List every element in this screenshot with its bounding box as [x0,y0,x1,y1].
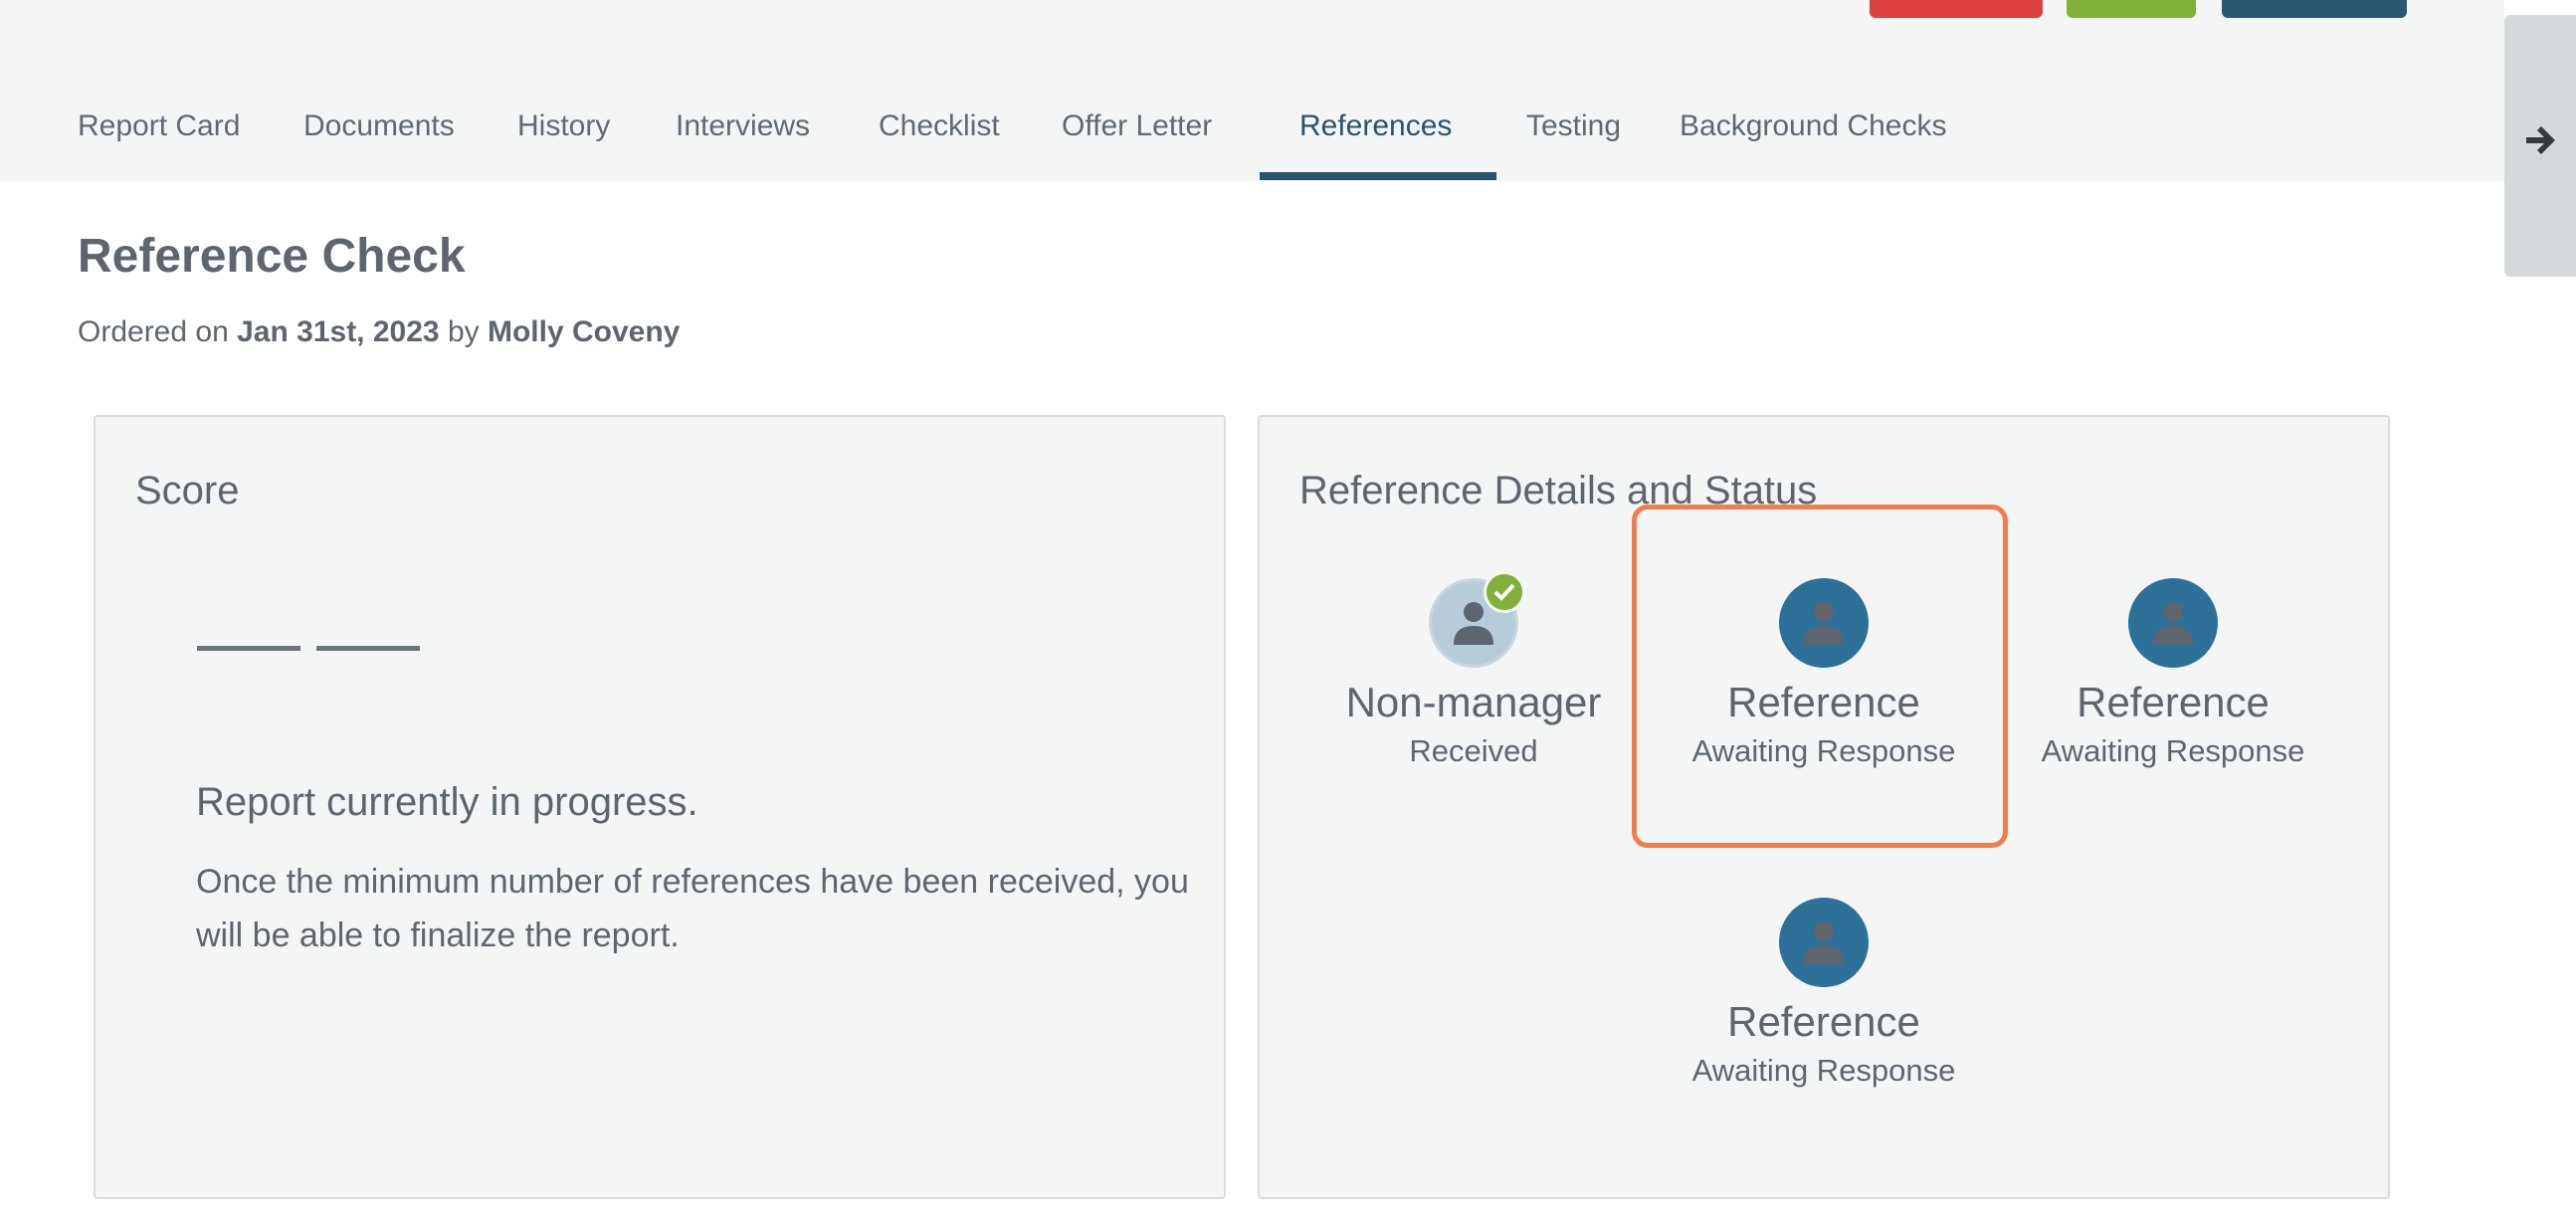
tab-background-checks[interactable]: Background Checks [1680,95,1946,181]
check-icon [1484,571,1525,613]
reference-avatar [1779,898,1869,987]
person-icon [1804,602,1844,645]
reference-avatar [2128,578,2218,668]
ordered-prefix: Ordered on [78,315,229,348]
score-placeholder-dash [197,646,300,651]
score-card: Score Report currently in progress. Once… [94,415,1226,1199]
reference-status: Received [1409,733,1538,768]
arrow-right-icon [2526,126,2555,154]
ordered-info: Ordered on Jan 31st, 2023 by Molly Coven… [78,315,680,349]
tab-interviews[interactable]: Interviews [676,95,810,181]
tab-report-card[interactable]: Report Card [78,95,240,181]
progress-message: Once the minimum number of references ha… [196,863,1189,954]
reference-item[interactable]: Reference Awaiting Response [2024,578,2322,769]
details-card-title: Reference Details and Status [1299,469,1818,512]
person-icon [1804,921,1844,964]
tab-offer-letter[interactable]: Offer Letter [1062,95,1212,181]
reference-type: Reference [1727,679,1920,725]
reference-item[interactable]: Reference Awaiting Response [1675,898,1973,1089]
ordered-by-word: by [447,315,480,348]
reference-item[interactable]: Non-manager Received [1324,571,1623,769]
top-nav-bar: Report Card Documents History Interviews… [0,0,2504,181]
page-title: Reference Check [78,230,466,283]
tab-documents[interactable]: Documents [303,95,455,181]
score-card-title: Score [135,469,240,512]
reference-status: Awaiting Response [1691,733,1956,768]
tab-references[interactable]: References [1299,95,1452,181]
reference-type: Reference [1727,998,1920,1045]
tab-history[interactable]: History [517,95,610,181]
reference-type: Non-manager [1345,679,1602,725]
score-placeholder-dash [316,646,420,651]
ordered-date: Jan 31st, 2023 [237,315,440,348]
side-panel-toggle[interactable] [2504,15,2576,277]
tab-testing[interactable]: Testing [1526,95,1621,181]
ordered-by-name: Molly Coveny [487,315,681,348]
top-action-button-blue[interactable] [2222,0,2407,18]
reference-status: Awaiting Response [1691,1053,1956,1088]
progress-title: Report currently in progress. [196,780,698,824]
reference-avatar [1779,578,1869,668]
tab-checklist[interactable]: Checklist [879,95,1000,181]
active-tab-indicator [1260,172,1496,180]
reference-item[interactable]: Reference Awaiting Response [1675,578,1973,769]
top-action-button-green[interactable] [2067,0,2196,18]
top-action-button-red[interactable] [1870,0,2043,18]
person-icon [2153,602,2193,645]
reference-avatar [1429,571,1525,668]
reference-type: Reference [2077,679,2270,725]
reference-status: Awaiting Response [2041,733,2305,768]
